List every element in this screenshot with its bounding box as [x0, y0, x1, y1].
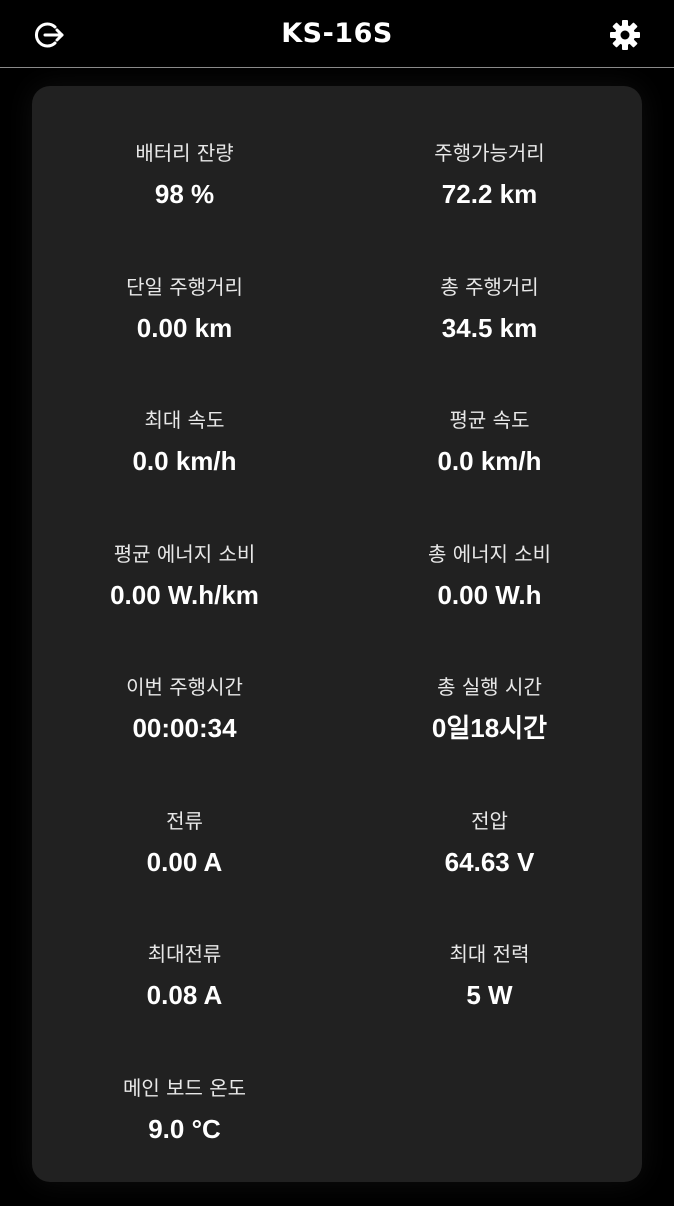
stat-value: 98 % [32, 178, 337, 210]
stat-value: 9.0 °C [32, 1113, 337, 1145]
stat-total-runtime: 총 실행 시간 0일18시간 [337, 672, 642, 806]
stat-label: 총 주행거리 [337, 272, 642, 302]
stat-label: 주행가능거리 [337, 138, 642, 168]
app-header: KS-16S [0, 0, 674, 68]
stat-value: 0.00 A [32, 846, 337, 878]
stat-max-current: 최대전류 0.08 A [32, 939, 337, 1073]
stat-value: 0.0 km/h [337, 445, 642, 477]
stat-voltage: 전압 64.63 V [337, 806, 642, 940]
stat-value: 72.2 km [337, 178, 642, 210]
stat-value: 00:00:34 [32, 712, 337, 744]
stat-max-power: 최대 전력 5 W [337, 939, 642, 1073]
stat-total-distance: 총 주행거리 34.5 km [337, 272, 642, 406]
stat-range: 주행가능거리 72.2 km [337, 138, 642, 272]
stat-label: 평균 에너지 소비 [32, 539, 337, 569]
stat-board-temperature: 메인 보드 온도 9.0 °C [32, 1073, 337, 1206]
stat-value: 0.00 km [32, 312, 337, 344]
stat-label: 메인 보드 온도 [32, 1073, 337, 1103]
stat-label: 최대 속도 [32, 405, 337, 435]
stat-total-energy: 총 에너지 소비 0.00 W.h [337, 539, 642, 673]
gear-icon [609, 19, 641, 51]
stat-battery: 배터리 잔량 98 % [32, 138, 337, 272]
stat-label: 전압 [337, 806, 642, 836]
stat-label: 총 에너지 소비 [337, 539, 642, 569]
stat-value: 5 W [337, 979, 642, 1011]
stat-label: 배터리 잔량 [32, 138, 337, 168]
stat-value: 34.5 km [337, 312, 642, 344]
stat-avg-energy: 평균 에너지 소비 0.00 W.h/km [32, 539, 337, 673]
stat-value: 0.00 W.h [337, 579, 642, 611]
stat-label: 총 실행 시간 [337, 672, 642, 702]
stat-ride-time: 이번 주행시간 00:00:34 [32, 672, 337, 806]
stat-value: 0.00 W.h/km [32, 579, 337, 611]
stat-max-speed: 최대 속도 0.0 km/h [32, 405, 337, 539]
settings-button[interactable] [608, 18, 642, 52]
stat-label: 단일 주행거리 [32, 272, 337, 302]
stat-label: 전류 [32, 806, 337, 836]
stat-value: 0.0 km/h [32, 445, 337, 477]
stat-label: 최대 전력 [337, 939, 642, 969]
stat-avg-speed: 평균 속도 0.0 km/h [337, 405, 642, 539]
stat-value: 64.63 V [337, 846, 642, 878]
stats-card: 배터리 잔량 98 % 주행가능거리 72.2 km 단일 주행거리 0.00 … [32, 86, 642, 1182]
stats-grid: 배터리 잔량 98 % 주행가능거리 72.2 km 단일 주행거리 0.00 … [32, 138, 642, 1206]
stat-trip-distance: 단일 주행거리 0.00 km [32, 272, 337, 406]
stat-value: 0일18시간 [337, 712, 642, 744]
page-title: KS-16S [0, 18, 674, 49]
stat-value: 0.08 A [32, 979, 337, 1011]
stat-label: 이번 주행시간 [32, 672, 337, 702]
stat-current: 전류 0.00 A [32, 806, 337, 940]
stat-label: 최대전류 [32, 939, 337, 969]
stat-label: 평균 속도 [337, 405, 642, 435]
